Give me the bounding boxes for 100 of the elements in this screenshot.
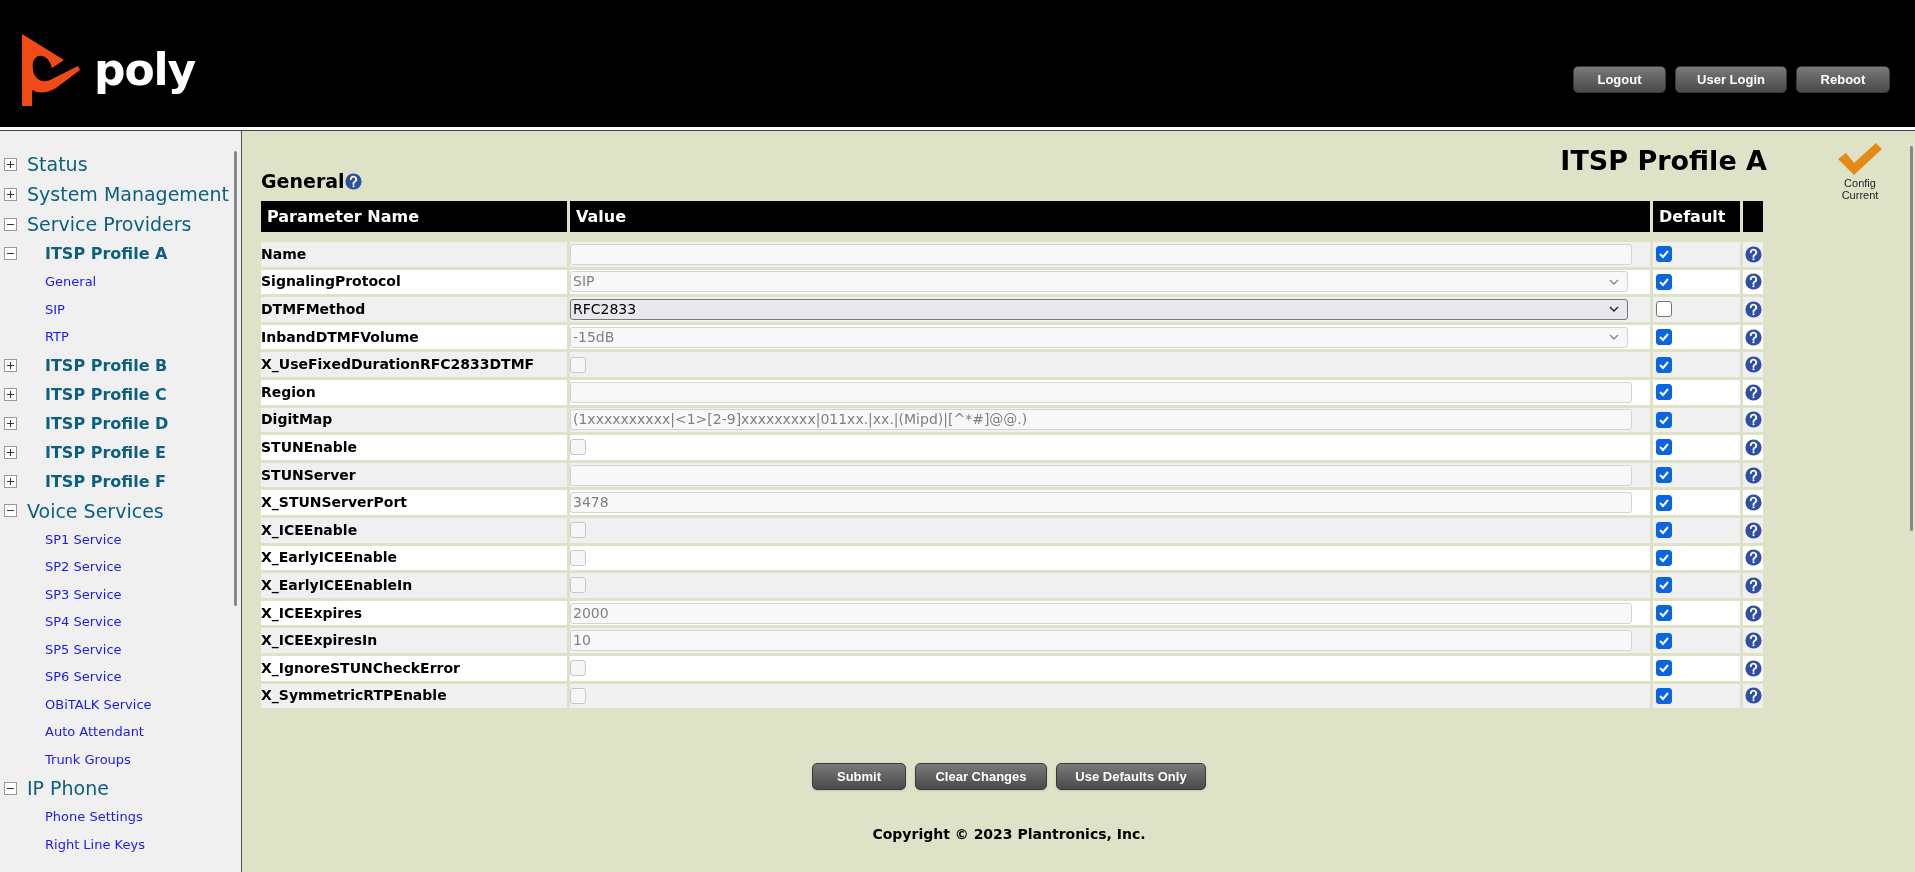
expand-icon[interactable] (4, 157, 17, 171)
checkbox[interactable] (570, 522, 586, 539)
scrollbar[interactable] (1910, 146, 1913, 531)
help-icon[interactable] (1744, 659, 1762, 677)
checkbox[interactable] (570, 577, 586, 594)
help-icon[interactable] (1744, 494, 1762, 512)
default-checkbox[interactable] (1656, 522, 1672, 539)
nav-link[interactable]: Trunk Groups (45, 745, 131, 773)
nav-link[interactable]: SP3 Service (45, 580, 122, 608)
help-icon[interactable] (1744, 604, 1762, 622)
default-checkbox[interactable] (1656, 411, 1672, 428)
help-icon[interactable] (1744, 411, 1762, 429)
checkbox[interactable] (570, 356, 586, 373)
nav-link[interactable]: SP6 Service (45, 663, 122, 691)
text-field[interactable] (570, 243, 1632, 265)
nav-link[interactable]: SP5 Service (45, 635, 122, 663)
default-checkbox[interactable] (1656, 494, 1672, 511)
default-checkbox[interactable] (1656, 273, 1672, 290)
help-icon[interactable] (1744, 549, 1762, 567)
dropdown[interactable]: SIP (570, 271, 1628, 293)
expand-icon[interactable] (4, 445, 17, 459)
nav-link[interactable]: SP2 Service (45, 553, 122, 581)
nav-group[interactable]: ITSP Profile A (45, 239, 168, 268)
default-checkbox[interactable] (1656, 605, 1672, 621)
expand-icon[interactable] (4, 358, 17, 372)
text-field[interactable] (570, 381, 1632, 403)
checkmark-icon (1836, 141, 1884, 177)
parameter-name: Name (261, 242, 567, 267)
text-field[interactable]: (1xxxxxxxxxx|<1>[2-9]xxxxxxxxx|011xx.|xx.|(Mipd)|[^*#]@@.) (570, 409, 1632, 431)
nav-group[interactable]: ITSP Profile E (45, 437, 166, 467)
collapse-icon[interactable] (4, 504, 17, 517)
nav-group[interactable]: ITSP Profile C (45, 379, 167, 409)
help-icon[interactable] (1744, 521, 1762, 539)
default-checkbox[interactable] (1656, 660, 1672, 677)
parameter-name: DTMFMethod (261, 297, 567, 322)
nav-section[interactable]: Voice Services (27, 495, 164, 526)
nav-group[interactable]: ITSP Profile D (45, 408, 169, 438)
header-button[interactable]: Reboot (1796, 66, 1890, 93)
scrollbar[interactable] (234, 151, 237, 606)
default-checkbox[interactable] (1656, 301, 1672, 318)
nav-section[interactable]: System Management (27, 179, 230, 209)
text-field[interactable]: 10 (570, 630, 1632, 652)
default-checkbox[interactable] (1656, 246, 1672, 263)
nav-link[interactable]: RTP (45, 323, 69, 351)
checkbox[interactable] (570, 549, 586, 566)
help-icon[interactable] (1744, 356, 1762, 374)
checkbox[interactable] (570, 439, 586, 456)
default-checkbox[interactable] (1656, 632, 1672, 649)
expand-icon[interactable] (4, 187, 17, 201)
default-checkbox[interactable] (1656, 467, 1672, 484)
action-button[interactable]: Use Defaults Only (1056, 763, 1206, 791)
nav-section[interactable]: IP Phone (27, 773, 109, 803)
checkbox[interactable] (570, 660, 586, 677)
default-checkbox[interactable] (1656, 577, 1672, 594)
help-icon[interactable] (1744, 273, 1762, 291)
default-checkbox[interactable] (1656, 356, 1672, 373)
parameter-name: X_EarlyICEEnable (261, 545, 567, 571)
header-button[interactable]: Logout (1573, 66, 1666, 93)
text-field[interactable] (570, 464, 1632, 486)
expand-icon[interactable] (4, 387, 17, 401)
default-checkbox[interactable] (1656, 384, 1672, 401)
expand-icon[interactable] (4, 416, 17, 430)
checkbox[interactable] (570, 687, 586, 704)
collapse-icon[interactable] (4, 217, 17, 231)
help-icon[interactable] (1744, 245, 1762, 263)
nav-link[interactable]: SIP (45, 295, 65, 323)
action-button[interactable]: Clear Changes (915, 763, 1047, 791)
nav-group[interactable]: ITSP Profile B (45, 350, 168, 380)
nav-group[interactable]: ITSP Profile F (45, 466, 166, 496)
text-field[interactable]: 3478 (570, 492, 1632, 514)
action-button[interactable]: Submit (812, 763, 906, 791)
nav-link[interactable]: Right Line Keys (45, 830, 145, 858)
collapse-icon[interactable] (4, 247, 17, 260)
help-icon[interactable] (344, 172, 362, 190)
collapse-icon[interactable] (4, 781, 17, 795)
nav-link[interactable]: General (45, 268, 97, 296)
help-icon[interactable] (1744, 576, 1762, 594)
nav-section[interactable]: Service Providers (27, 209, 192, 239)
dropdown[interactable]: RFC2833 (570, 299, 1628, 320)
nav-link[interactable]: OBiTALK Service (45, 690, 152, 718)
expand-icon[interactable] (4, 474, 17, 488)
help-icon[interactable] (1744, 632, 1762, 650)
default-checkbox[interactable] (1656, 329, 1672, 346)
nav-link[interactable]: Auto Attendant (45, 718, 144, 746)
default-checkbox[interactable] (1656, 439, 1672, 456)
default-checkbox[interactable] (1656, 687, 1672, 704)
help-icon[interactable] (1744, 438, 1762, 456)
help-icon[interactable] (1744, 301, 1762, 318)
help-icon[interactable] (1744, 466, 1762, 484)
help-icon[interactable] (1744, 328, 1762, 346)
nav-link[interactable]: SP4 Service (45, 608, 122, 636)
help-icon[interactable] (1744, 687, 1762, 705)
nav-section[interactable]: Status (27, 149, 88, 179)
nav-link[interactable]: SP1 Service (45, 525, 122, 553)
header-button[interactable]: User Login (1675, 66, 1787, 93)
nav-link[interactable]: Phone Settings (45, 803, 143, 831)
text-field[interactable]: 2000 (570, 602, 1632, 624)
default-checkbox[interactable] (1656, 549, 1672, 566)
help-icon[interactable] (1744, 383, 1762, 401)
dropdown[interactable]: -15dB (570, 326, 1628, 348)
